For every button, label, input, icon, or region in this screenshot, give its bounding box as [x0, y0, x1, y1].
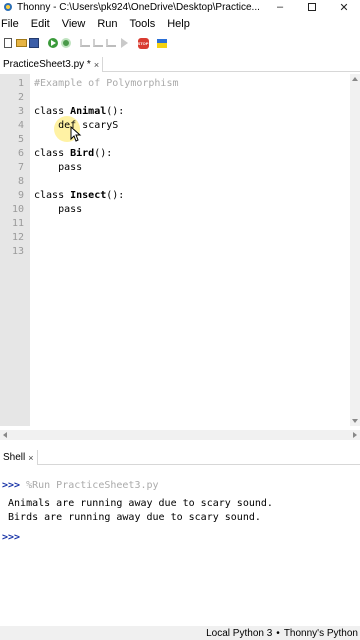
scroll-right-icon[interactable]: [353, 432, 357, 438]
run-icon[interactable]: [47, 37, 59, 49]
shell-tab-strip: Shell ×: [0, 450, 360, 465]
resume-icon[interactable]: [118, 37, 130, 49]
menu-bar: File Edit View Run Tools Help: [0, 15, 360, 33]
maximize-icon[interactable]: [296, 0, 328, 14]
keyword-class: class: [34, 106, 71, 117]
line-number: 8: [17, 176, 24, 187]
shell-tab-label: Shell: [3, 452, 26, 463]
step-out-icon[interactable]: [105, 37, 117, 49]
shell-run-line: >>> %Run PracticeSheet3.py: [2, 480, 159, 491]
menu-file[interactable]: File: [0, 18, 25, 30]
class-name-animal: Animal: [70, 106, 107, 117]
class-name-bird: Bird: [70, 148, 95, 159]
editor-vertical-scrollbar[interactable]: [350, 74, 360, 426]
code-line-class-bird: class Bird():: [34, 148, 112, 159]
new-file-icon[interactable]: [2, 37, 14, 49]
keyword-class: class: [34, 148, 71, 159]
tab-shell[interactable]: Shell ×: [0, 450, 38, 465]
step-over-icon[interactable]: [79, 37, 91, 49]
code-editor[interactable]: 1 2 3 4 5 6 7 8 9 10 11 12 13 #Example o…: [0, 74, 360, 426]
scroll-down-icon[interactable]: [352, 419, 358, 423]
function-name-partial: scaryS: [76, 120, 119, 131]
line-number: 4: [17, 120, 24, 131]
keyword-class: class: [34, 190, 71, 201]
status-separator: •: [276, 627, 280, 639]
line-number: 11: [11, 218, 24, 229]
code-line-class-insect: class Insect():: [34, 190, 124, 201]
line-number: 3: [17, 106, 24, 117]
window-title: Thonny - C:\Users\pk924\OneDrive\Desktop…: [17, 1, 260, 13]
status-bar: Local Python 3 • Thonny's Python: [0, 626, 360, 640]
menu-view[interactable]: View: [56, 18, 92, 30]
menu-edit[interactable]: Edit: [25, 18, 56, 30]
thonny-app-icon: [3, 2, 13, 12]
menu-run[interactable]: Run: [91, 18, 123, 30]
shell-prompt: >>>: [2, 532, 21, 543]
shell-run-command: %Run PracticeSheet3.py: [20, 480, 159, 491]
code-punct: ():: [106, 106, 125, 117]
tab-close-icon[interactable]: ×: [94, 60, 99, 70]
runtime-label[interactable]: Thonny's Python: [284, 628, 358, 639]
code-line-comment: #Example of Polymorphism: [34, 78, 179, 89]
shell-output-line: Birds are running away due to scary soun…: [2, 512, 261, 523]
code-line-pass: pass: [34, 162, 83, 173]
close-icon[interactable]: ✕: [328, 0, 360, 14]
menu-help[interactable]: Help: [161, 18, 196, 30]
class-name-insect: Insect: [70, 190, 107, 201]
minimize-icon[interactable]: –: [264, 0, 296, 14]
shell-tab-close-icon[interactable]: ×: [28, 453, 33, 463]
shell-panel[interactable]: >>> %Run PracticeSheet3.py Animals are r…: [0, 468, 360, 623]
stop-icon[interactable]: STOP: [137, 37, 149, 49]
scroll-up-icon[interactable]: [352, 77, 358, 81]
line-number: 7: [17, 162, 24, 173]
step-into-icon[interactable]: [92, 37, 104, 49]
line-number: 9: [17, 190, 24, 201]
title-bar: Thonny - C:\Users\pk924\OneDrive\Desktop…: [0, 0, 360, 14]
line-number: 5: [17, 134, 24, 145]
code-line-pass: pass: [34, 204, 83, 215]
shell-prompt: >>>: [2, 480, 21, 491]
editor-tab-strip: PracticeSheet3.py * ×: [0, 57, 360, 72]
line-number-gutter: 1 2 3 4 5 6 7 8 9 10 11 12 13: [0, 74, 30, 426]
open-file-icon[interactable]: [15, 37, 27, 49]
code-line-class-animal: class Animal():: [34, 106, 124, 117]
editor-horizontal-scrollbar[interactable]: [0, 430, 360, 440]
line-number: 1: [17, 78, 24, 89]
support-ukraine-icon[interactable]: [156, 37, 168, 49]
scroll-left-icon[interactable]: [3, 432, 7, 438]
code-punct: ():: [106, 190, 125, 201]
tab-label: PracticeSheet3.py *: [3, 59, 91, 70]
window-controls: – ✕: [264, 0, 360, 14]
line-number: 12: [11, 232, 24, 243]
debug-icon[interactable]: [60, 37, 72, 49]
tab-practicesheet3[interactable]: PracticeSheet3.py * ×: [0, 57, 104, 72]
line-number: 2: [17, 92, 24, 103]
line-number: 13: [11, 246, 24, 257]
menu-tools[interactable]: Tools: [124, 18, 162, 30]
code-punct: ():: [94, 148, 113, 159]
save-icon[interactable]: [28, 37, 40, 49]
line-number: 6: [17, 148, 24, 159]
shell-input-line[interactable]: >>>: [2, 532, 20, 543]
shell-output-line: Animals are running away due to scary so…: [2, 498, 273, 509]
interpreter-label[interactable]: Local Python 3: [206, 628, 272, 639]
line-number: 10: [11, 204, 24, 215]
toolbar: STOP: [0, 34, 360, 52]
